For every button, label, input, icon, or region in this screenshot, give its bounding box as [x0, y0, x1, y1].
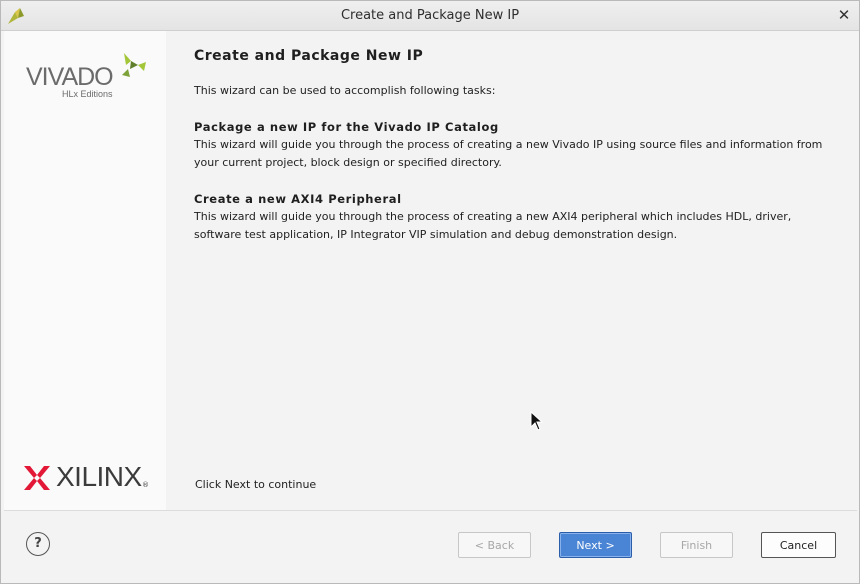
vivado-logo-subtitle: HLx Editions: [62, 89, 113, 99]
sidebar: VIVADO HLx Editions XILINX ®: [4, 31, 166, 510]
wizard-window: Create and Package New IP ✕ VIVADO HLx E…: [0, 0, 860, 584]
back-button[interactable]: < Back: [458, 532, 531, 558]
registered-mark: ®: [142, 481, 149, 489]
vivado-leaf-icon: [122, 53, 146, 77]
window-title: Create and Package New IP: [340, 8, 520, 23]
vivado-logo: VIVADO HLx Editions: [24, 49, 149, 104]
mouse-pointer-icon: [530, 411, 544, 431]
xilinx-logo: XILINX ®: [24, 461, 154, 495]
wizard-content: Create and Package New IP This wizard ca…: [166, 31, 859, 510]
next-button[interactable]: Next >: [559, 532, 632, 558]
xilinx-logo-text: XILINX: [56, 461, 142, 492]
footer-divider: [4, 510, 857, 511]
section-title-axi4-peripheral: Create a new AXI4 Peripheral: [194, 192, 402, 206]
xilinx-mark-icon: [24, 466, 50, 490]
continue-hint: Click Next to continue: [195, 478, 317, 491]
section-desc-axi4-peripheral: This wizard will guide you through the p…: [194, 210, 792, 241]
finish-button[interactable]: Finish: [660, 532, 733, 558]
page-title: Create and Package New IP: [194, 48, 424, 64]
help-icon[interactable]: ?: [26, 532, 50, 556]
close-icon[interactable]: ✕: [835, 6, 853, 24]
section-desc-package-ip: This wizard will guide you through the p…: [194, 138, 823, 169]
section-title-package-ip: Package a new IP for the Vivado IP Catal…: [194, 120, 499, 134]
intro-text: This wizard can be used to accomplish fo…: [194, 84, 496, 97]
cancel-button[interactable]: Cancel: [761, 532, 836, 558]
vivado-logo-text: VIVADO: [26, 63, 114, 91]
title-bar[interactable]: Create and Package New IP ✕: [1, 1, 859, 31]
